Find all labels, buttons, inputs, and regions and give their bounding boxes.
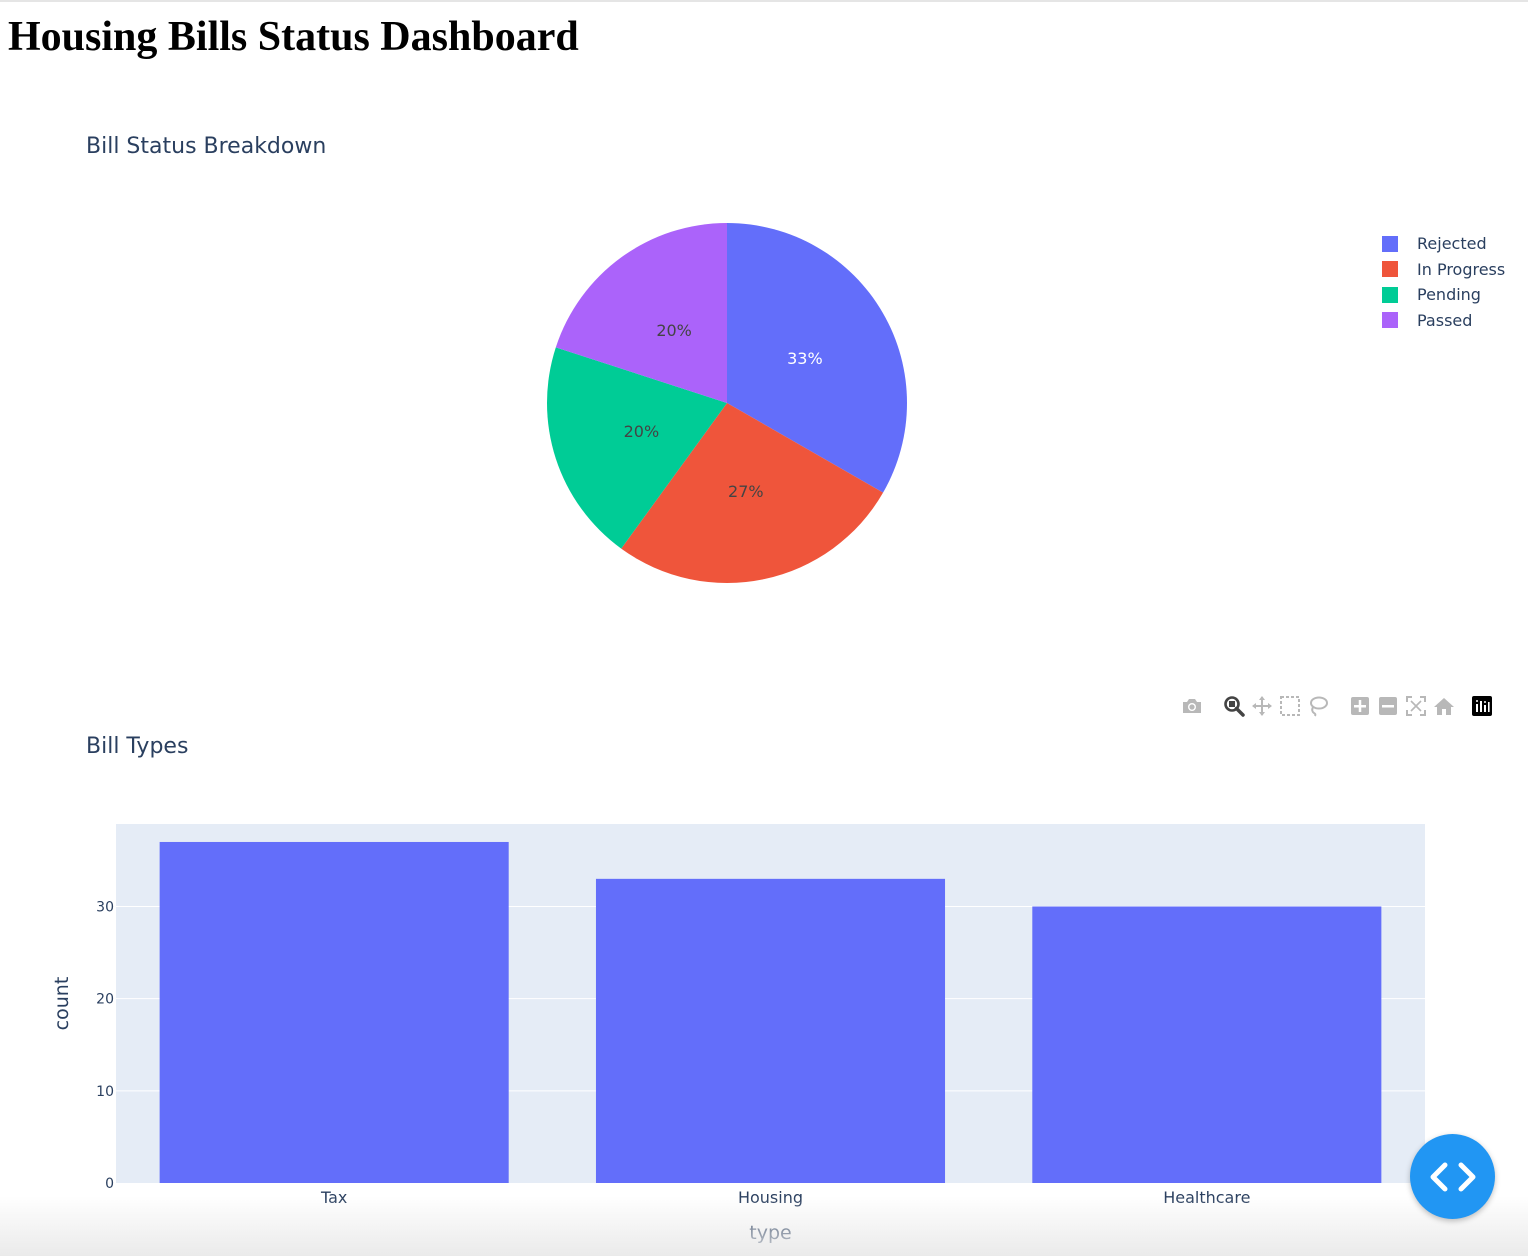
y-tick-label: 20 bbox=[96, 992, 114, 1008]
plot-modebar bbox=[1178, 692, 1496, 720]
pie-label-in-progress: 27% bbox=[728, 482, 764, 501]
code-view-button[interactable] bbox=[1410, 1134, 1495, 1219]
legend-label-rejected: Rejected bbox=[1417, 234, 1487, 254]
legend-swatch-in-progress bbox=[1382, 261, 1398, 278]
legend-swatch-pending bbox=[1382, 286, 1398, 303]
bar-chart[interactable]: 0 10 20 30 Tax Housing Healthcare type count bbox=[0, 780, 1528, 1256]
legend-item-passed[interactable]: Passed bbox=[1382, 308, 1505, 334]
camera-icon[interactable] bbox=[1178, 692, 1206, 720]
legend-swatch-passed bbox=[1382, 312, 1398, 329]
bar-chart-title: Bill Types bbox=[86, 734, 189, 759]
zoom-icon[interactable] bbox=[1220, 692, 1248, 720]
zoom-in-icon[interactable] bbox=[1346, 692, 1374, 720]
x-axis-label: type bbox=[749, 1222, 791, 1244]
legend-label-pending: Pending bbox=[1417, 285, 1481, 305]
bar-tax[interactable] bbox=[159, 841, 509, 1183]
pie-chart[interactable]: 33% 27% 20% 20% bbox=[0, 0, 1528, 700]
legend-item-pending[interactable]: Pending bbox=[1382, 282, 1505, 308]
code-icon bbox=[1430, 1162, 1475, 1191]
bar-healthcare[interactable] bbox=[1032, 906, 1382, 1183]
x-tick-label: Healthcare bbox=[1163, 1188, 1250, 1207]
plotly-logo-icon[interactable] bbox=[1468, 692, 1496, 720]
pie-label-rejected: 33% bbox=[787, 349, 823, 368]
pie-legend: Rejected In Progress Pending Passed bbox=[1382, 231, 1505, 333]
reset-axes-icon[interactable] bbox=[1430, 692, 1458, 720]
y-tick-label: 30 bbox=[96, 899, 114, 915]
legend-label-passed: Passed bbox=[1417, 310, 1473, 330]
x-tick-label: Housing bbox=[738, 1188, 803, 1207]
x-tick-label: Tax bbox=[320, 1188, 347, 1207]
pan-icon[interactable] bbox=[1248, 692, 1276, 720]
lasso-select-icon[interactable] bbox=[1304, 692, 1332, 720]
y-tick-label: 0 bbox=[105, 1176, 114, 1192]
pie-label-passed: 20% bbox=[656, 321, 692, 340]
legend-item-rejected[interactable]: Rejected bbox=[1382, 231, 1505, 257]
legend-label-in-progress: In Progress bbox=[1417, 259, 1506, 279]
bar-housing[interactable] bbox=[595, 878, 946, 1183]
legend-item-in-progress[interactable]: In Progress bbox=[1382, 257, 1505, 283]
autoscale-icon[interactable] bbox=[1402, 692, 1430, 720]
y-axis-label: count bbox=[51, 977, 73, 1031]
zoom-out-icon[interactable] bbox=[1374, 692, 1402, 720]
y-tick-label: 10 bbox=[96, 1084, 114, 1100]
box-select-icon[interactable] bbox=[1276, 692, 1304, 720]
legend-swatch-rejected bbox=[1382, 235, 1398, 252]
pie-label-pending: 20% bbox=[624, 422, 660, 441]
